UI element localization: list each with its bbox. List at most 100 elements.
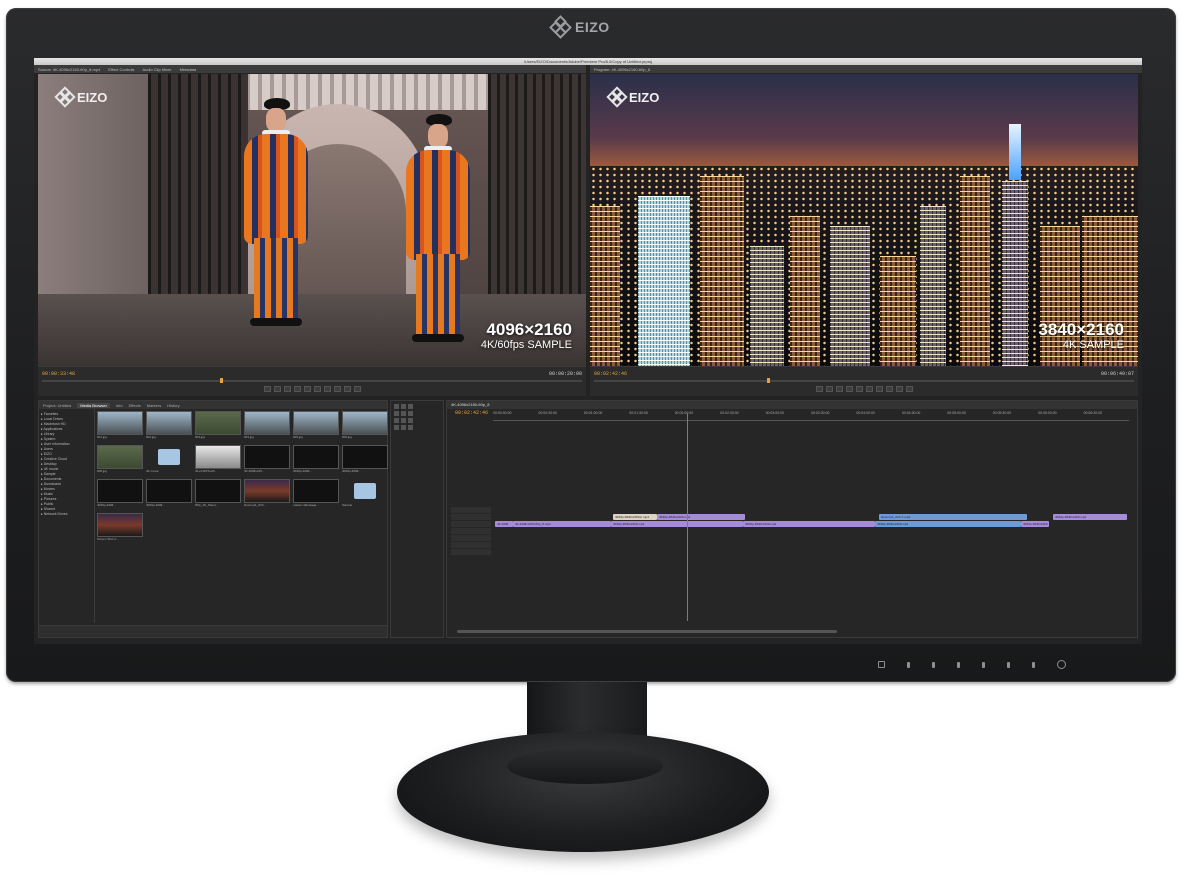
step-back-icon[interactable] [845, 386, 853, 392]
media-item[interactable]: Sample [342, 479, 388, 509]
media-item[interactable]: 004.jpg [244, 411, 290, 441]
media-item[interactable]: 4K60p-4096... [97, 479, 143, 509]
bezel-button-icon[interactable] [982, 661, 985, 668]
playhead-marker[interactable] [766, 378, 770, 383]
tool-icon[interactable] [408, 418, 413, 423]
tool-icon[interactable] [394, 418, 399, 423]
source-timecode[interactable]: 00:00:33:48 [42, 371, 75, 377]
bezel-button-icon[interactable] [1032, 661, 1035, 668]
media-item[interactable]: 4K60p-4096... [146, 479, 192, 509]
step-forward-icon[interactable] [313, 386, 321, 392]
media-item[interactable]: 4K60p-4096... [342, 445, 388, 475]
tab-metadata[interactable]: Metadata [180, 67, 197, 72]
media-item[interactable]: 003.jpg [195, 411, 241, 441]
program-monitor[interactable]: EIZO 3840×2160 4K SAMPLE 00:02:42:46 00:… [590, 74, 1138, 396]
bezel-button-icon[interactable] [957, 661, 960, 668]
tab-project-untitled[interactable]: Project: Untitled [43, 403, 71, 408]
playhead-marker[interactable] [220, 378, 224, 383]
tool-icon[interactable] [401, 411, 406, 416]
timeline-clip[interactable]: 4K60p-3840x2160.mp4 [611, 521, 743, 527]
tab-source[interactable]: Source: 4K-4096x2160-60p_8.mp4 [38, 67, 100, 72]
timeline-timecode[interactable]: 00:02:42:46 [455, 410, 488, 416]
go-to-out-icon[interactable] [875, 386, 883, 392]
media-item[interactable]: 4K60p-4096... [293, 445, 339, 475]
export-frame-icon[interactable] [905, 386, 913, 392]
go-to-in-icon[interactable] [835, 386, 843, 392]
track-header[interactable] [451, 521, 491, 527]
tool-icon[interactable] [401, 404, 406, 409]
media-item[interactable]: 008.jpg [97, 445, 143, 475]
tool-icon[interactable] [401, 425, 406, 430]
tab-effects[interactable]: Effects [129, 403, 141, 408]
media-item[interactable]: 4K movie [146, 445, 192, 475]
timeline-clip[interactable]: 4K60p-3840x2160.mp4 [875, 521, 1021, 527]
mark-in-icon[interactable] [815, 386, 823, 392]
tab-history[interactable]: History [167, 403, 179, 408]
track-header[interactable] [451, 549, 491, 555]
tree-item[interactable]: ▸ Network Drives [41, 512, 92, 517]
track-header[interactable] [451, 514, 491, 520]
tab-media-browser[interactable]: Media Browser [77, 402, 110, 408]
tool-icon[interactable] [408, 404, 413, 409]
play-icon[interactable] [855, 386, 863, 392]
play-icon[interactable] [303, 386, 311, 392]
source-scrubber[interactable] [42, 378, 582, 383]
overwrite-icon[interactable] [343, 386, 351, 392]
media-item[interactable]: 4K-4096x216... [244, 445, 290, 475]
track-header[interactable] [451, 542, 491, 548]
program-video-frame[interactable]: EIZO 3840×2160 4K SAMPLE [590, 74, 1138, 366]
timeline-clip[interactable]: 4K60p-3840x2160 [1021, 521, 1049, 527]
time-ruler[interactable]: 00:00:00:00 00:00:30:00 00:01:00:00 00:01:3… [493, 411, 1129, 421]
tab-markers[interactable]: Markers [147, 403, 161, 408]
timeline-clip[interactable]: 4K60p-3840x2160.mp4 [1053, 514, 1127, 520]
go-to-in-icon[interactable] [283, 386, 291, 392]
tab-audio-mixer[interactable]: Audio Clip Mixer [142, 67, 171, 72]
step-back-icon[interactable] [293, 386, 301, 392]
bezel-button-icon[interactable] [1007, 661, 1010, 668]
tool-icon[interactable] [394, 404, 399, 409]
source-monitor[interactable]: EIZO 4096×2160 4K/60fps SAMPLE 00:00:33:… [38, 74, 586, 396]
tab-program[interactable]: Program: 4K-4096x2160-60p_8 [594, 67, 650, 72]
track-header[interactable] [451, 528, 491, 534]
tool-icon[interactable] [394, 425, 399, 430]
media-item[interactable]: final-mp4_AVC... [244, 479, 290, 509]
tab-effect-controls[interactable]: Effect Controls [108, 67, 134, 72]
track-header[interactable] [451, 507, 491, 513]
media-item[interactable]: 60fp_4K_Shoot... [195, 479, 241, 509]
tool-icon[interactable] [408, 411, 413, 416]
media-item[interactable]: 005.jpg [293, 411, 339, 441]
step-forward-icon[interactable] [865, 386, 873, 392]
export-frame-icon[interactable] [353, 386, 361, 392]
source-video-frame[interactable]: EIZO 4096×2160 4K/60fps SAMPLE [38, 74, 586, 366]
media-item[interactable]: master-4kfootage... [293, 479, 339, 509]
insert-icon[interactable] [885, 386, 893, 392]
media-item[interactable]: 001.jpg [97, 411, 143, 441]
overwrite-icon[interactable] [895, 386, 903, 392]
tool-icon[interactable] [394, 411, 399, 416]
go-to-out-icon[interactable] [323, 386, 331, 392]
timeline-clip[interactable]: 4K-4096 [495, 521, 513, 527]
timeline-clip[interactable]: 4K60p-3840x2160.mp4 [657, 514, 745, 520]
media-item[interactable]: 002.jpg [146, 411, 192, 441]
mark-out-icon[interactable] [825, 386, 833, 392]
timeline-clip[interactable]: final-mp4_AVC-1.mp4 [879, 514, 1027, 520]
timeline-playhead[interactable] [687, 413, 688, 621]
program-timecode[interactable]: 00:02:42:46 [594, 371, 627, 377]
power-icon[interactable] [1057, 660, 1066, 669]
tool-icon[interactable] [408, 425, 413, 430]
track-header[interactable] [451, 535, 491, 541]
tool-icon[interactable] [401, 418, 406, 423]
bezel-button-icon[interactable] [932, 661, 935, 668]
sequence-tab[interactable]: 4K-4096x2160-60p_8 [447, 401, 1137, 409]
timeline-clip[interactable]: 4K60p-3840x2160.mp4 [743, 521, 875, 527]
program-scrubber[interactable] [594, 378, 1134, 383]
media-item[interactable]: Screen Shot 2... [97, 513, 143, 543]
mark-in-icon[interactable] [263, 386, 271, 392]
timeline-scrollbar[interactable] [457, 630, 837, 633]
insert-icon[interactable] [333, 386, 341, 392]
timeline-clip[interactable]: 4K60p-3840x2160-b.mp4 [613, 514, 657, 520]
bezel-button-icon[interactable] [907, 661, 910, 668]
timeline-clip[interactable]: 4K-4096x2160-60p_8.mp4 [513, 521, 611, 527]
mark-out-icon[interactable] [273, 386, 281, 392]
input-button-icon[interactable] [878, 661, 885, 668]
